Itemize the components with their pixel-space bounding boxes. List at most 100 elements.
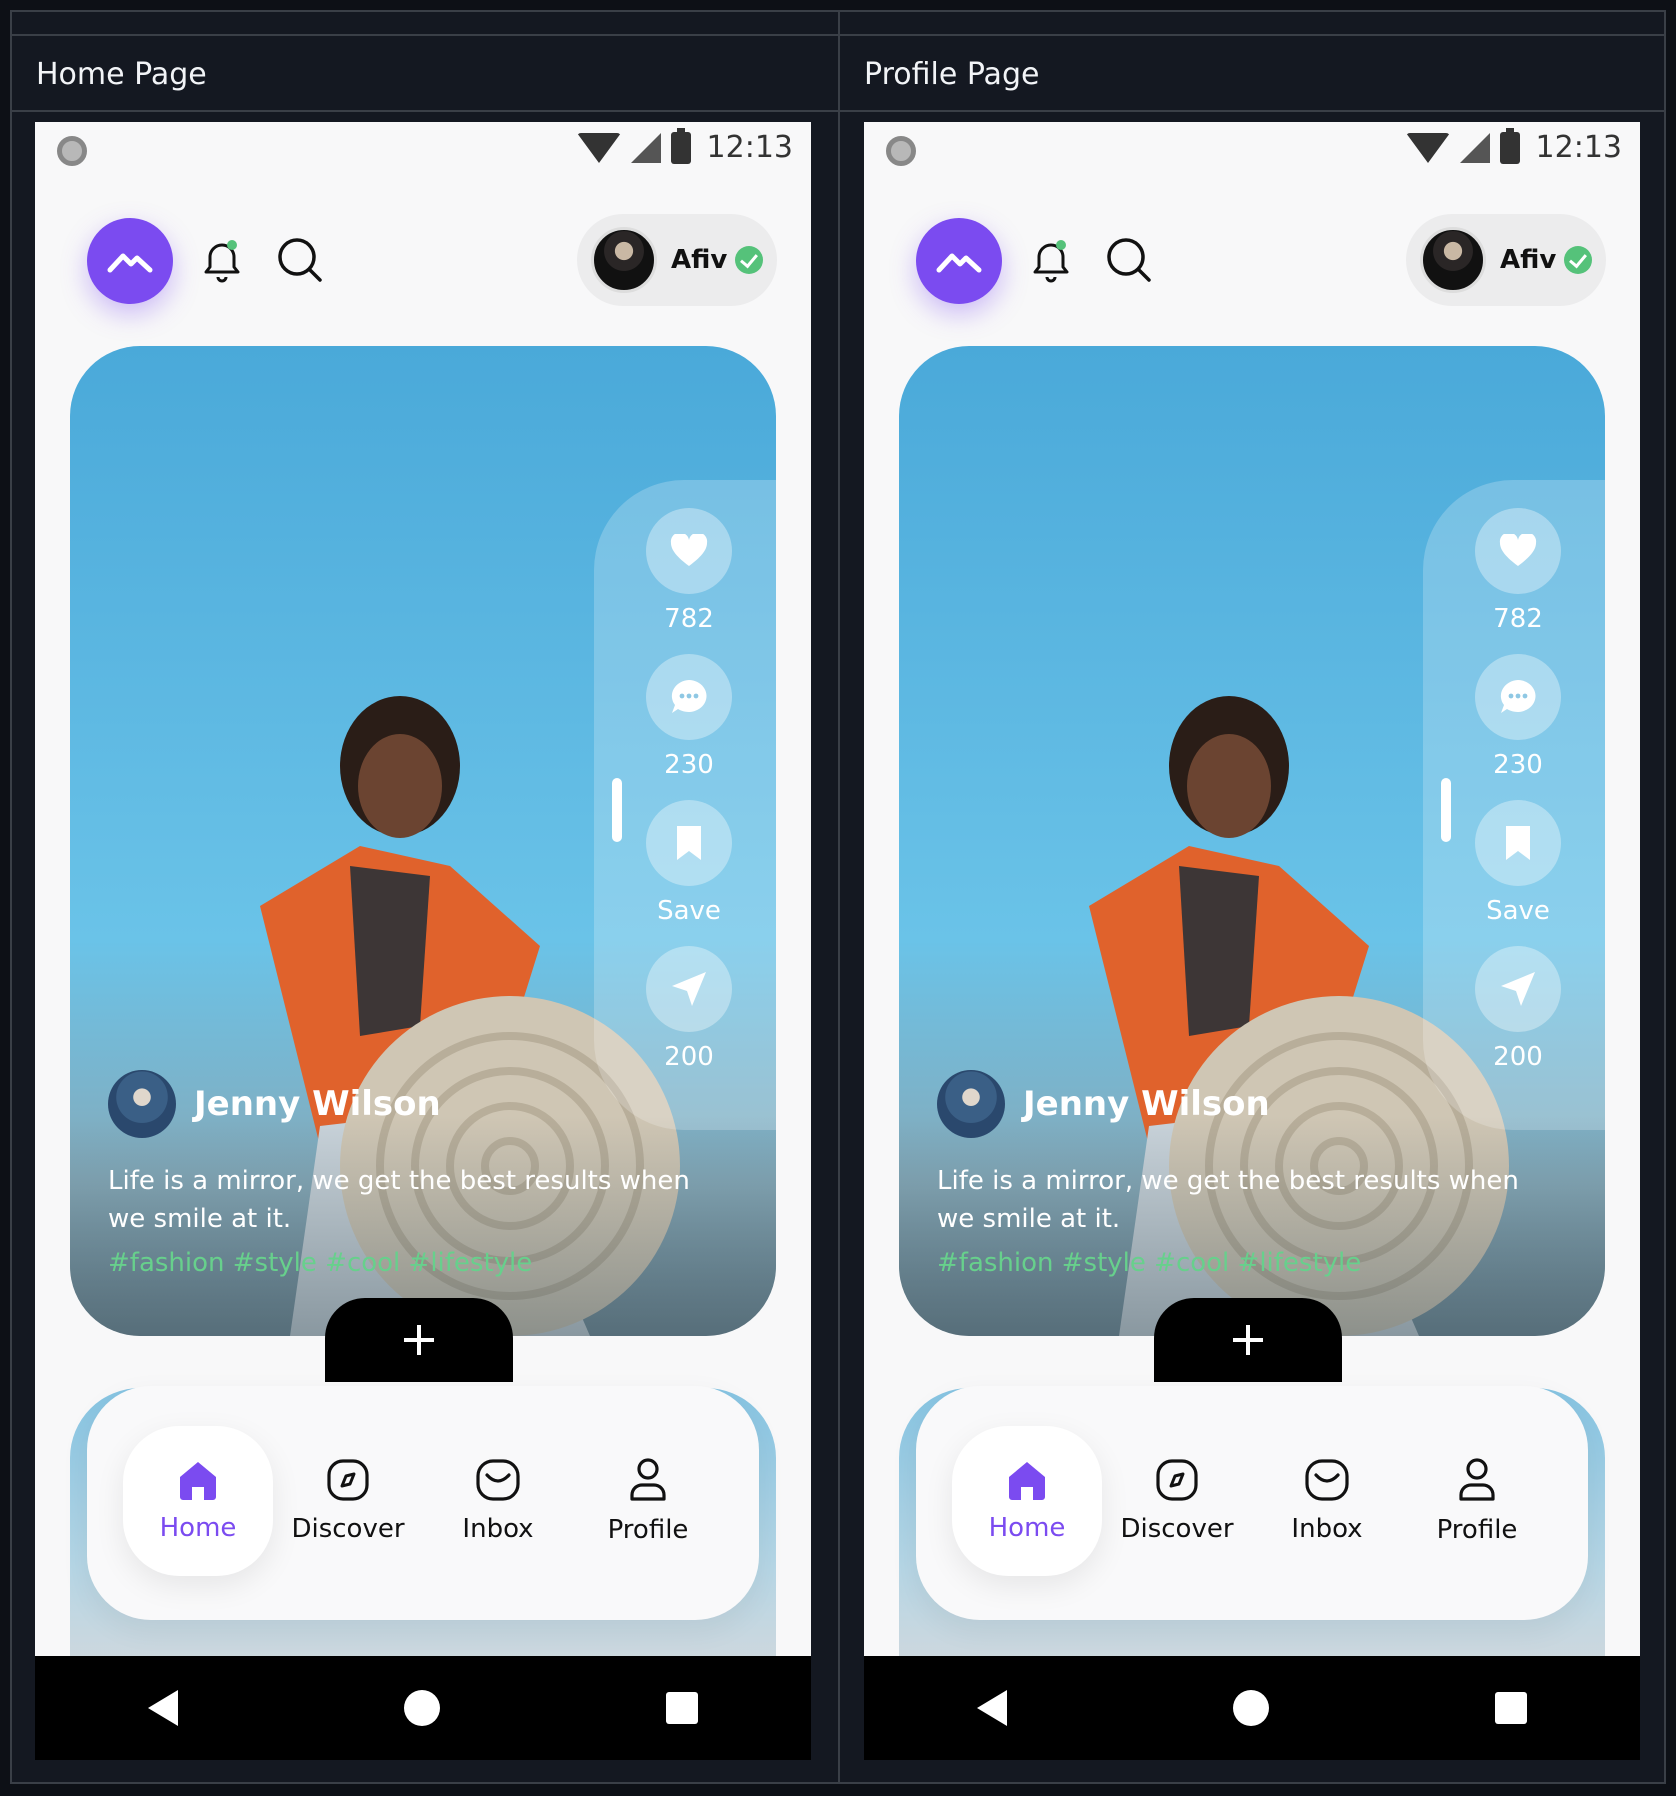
post-caption: Life is a mirror, we get the best result… bbox=[108, 1166, 690, 1234]
compass-icon bbox=[1156, 1459, 1198, 1501]
author-name[interactable]: Jenny Wilson bbox=[1023, 1084, 1270, 1124]
like-action[interactable]: 782 bbox=[646, 508, 732, 634]
search-icon bbox=[1107, 238, 1151, 282]
nav-home[interactable]: Home bbox=[123, 1426, 273, 1576]
create-post-button[interactable] bbox=[1154, 1298, 1342, 1382]
nav-profile-label: Profile bbox=[607, 1515, 689, 1545]
share-action[interactable]: 200 bbox=[1475, 946, 1561, 1072]
profile-name: Afiv bbox=[671, 245, 728, 275]
profile-page-header: Profile Page bbox=[840, 38, 1666, 112]
mountain-logo-icon bbox=[936, 253, 982, 273]
back-icon[interactable] bbox=[148, 1690, 178, 1726]
search-icon bbox=[278, 238, 322, 282]
nav-home-label: Home bbox=[988, 1513, 1066, 1543]
post-author[interactable]: Jenny Wilson bbox=[108, 1070, 441, 1138]
nav-discover[interactable]: Discover bbox=[273, 1426, 423, 1576]
bottom-navigation: Home Discover Inbox Profile bbox=[87, 1386, 759, 1620]
recent-apps-icon[interactable] bbox=[1495, 1692, 1527, 1724]
signal-icon bbox=[630, 132, 661, 163]
post-card[interactable]: 782 230 Save 200 Jenny Wilson Life is a … bbox=[899, 346, 1605, 1336]
comment-action[interactable]: 230 bbox=[1475, 654, 1561, 780]
nav-home[interactable]: Home bbox=[952, 1426, 1102, 1576]
app-logo-button[interactable] bbox=[87, 218, 173, 304]
battery-icon bbox=[1499, 127, 1520, 164]
like-count: 782 bbox=[1493, 604, 1543, 634]
chat-bubble-icon bbox=[671, 680, 707, 713]
share-action[interactable]: 200 bbox=[646, 946, 732, 1072]
search-button[interactable] bbox=[275, 234, 325, 286]
comment-button[interactable] bbox=[1475, 654, 1561, 740]
compass-icon bbox=[327, 1459, 369, 1501]
author-name[interactable]: Jenny Wilson bbox=[194, 1084, 441, 1124]
android-navigation-bar bbox=[35, 1656, 811, 1760]
nav-home-label: Home bbox=[159, 1513, 237, 1543]
author-avatar[interactable] bbox=[937, 1070, 1005, 1138]
wifi-icon bbox=[1405, 132, 1450, 163]
nav-profile[interactable]: Profile bbox=[1402, 1426, 1552, 1576]
nav-inbox-label: Inbox bbox=[462, 1514, 534, 1544]
share-button[interactable] bbox=[1475, 946, 1561, 1032]
recording-dot-icon bbox=[57, 136, 87, 166]
send-icon bbox=[672, 972, 706, 1006]
scroll-indicator[interactable] bbox=[1441, 778, 1451, 842]
status-bar: 12:13 bbox=[864, 122, 1640, 178]
save-action[interactable]: Save bbox=[1475, 800, 1561, 926]
post-hashtags[interactable]: #fashion #style #cool #lifestyle bbox=[937, 1248, 1361, 1278]
create-post-button[interactable] bbox=[325, 1298, 513, 1382]
mountain-logo-icon bbox=[107, 253, 153, 273]
plus-icon bbox=[404, 1325, 434, 1355]
nav-discover[interactable]: Discover bbox=[1102, 1426, 1252, 1576]
app-logo-button[interactable] bbox=[916, 218, 1002, 304]
notifications-button[interactable] bbox=[197, 234, 247, 286]
profile-name: Afiv bbox=[1500, 245, 1557, 275]
like-button[interactable] bbox=[646, 508, 732, 594]
save-button[interactable] bbox=[646, 800, 732, 886]
phone-profile-page: 12:13 Afiv 782 230 Save 200 Jenny Wilson… bbox=[864, 122, 1640, 1760]
post-actions: 782 230 Save 200 bbox=[1473, 508, 1563, 1092]
save-action[interactable]: Save bbox=[646, 800, 732, 926]
inbox-icon bbox=[1305, 1459, 1349, 1501]
user-icon bbox=[1459, 1458, 1495, 1501]
wifi-icon bbox=[576, 132, 621, 163]
like-action[interactable]: 782 bbox=[1475, 508, 1561, 634]
home-circle-icon[interactable] bbox=[1233, 1690, 1269, 1726]
status-bar: 12:13 bbox=[35, 122, 811, 178]
nav-profile[interactable]: Profile bbox=[573, 1426, 723, 1576]
share-count: 200 bbox=[664, 1042, 714, 1072]
profile-pill-button[interactable]: Afiv bbox=[577, 214, 777, 306]
notifications-button[interactable] bbox=[1026, 234, 1076, 286]
chat-bubble-icon bbox=[1500, 680, 1536, 713]
home-icon bbox=[1009, 1462, 1045, 1500]
share-count: 200 bbox=[1493, 1042, 1543, 1072]
share-button[interactable] bbox=[646, 946, 732, 1032]
comment-action[interactable]: 230 bbox=[646, 654, 732, 780]
scroll-indicator[interactable] bbox=[612, 778, 622, 842]
bookmark-icon bbox=[1506, 826, 1530, 860]
nav-inbox[interactable]: Inbox bbox=[1252, 1426, 1402, 1576]
avatar bbox=[591, 227, 657, 293]
comment-count: 230 bbox=[664, 750, 714, 780]
back-icon[interactable] bbox=[977, 1690, 1007, 1726]
nav-profile-label: Profile bbox=[1436, 1515, 1518, 1545]
post-author[interactable]: Jenny Wilson bbox=[937, 1070, 1270, 1138]
battery-icon bbox=[670, 127, 691, 164]
bell-icon bbox=[204, 240, 240, 283]
avatar bbox=[1420, 227, 1486, 293]
home-circle-icon[interactable] bbox=[404, 1690, 440, 1726]
nav-inbox[interactable]: Inbox bbox=[423, 1426, 573, 1576]
author-avatar[interactable] bbox=[108, 1070, 176, 1138]
search-button[interactable] bbox=[1104, 234, 1154, 286]
status-time: 12:13 bbox=[1535, 130, 1622, 165]
column-divider bbox=[838, 12, 840, 1782]
like-count: 782 bbox=[664, 604, 714, 634]
like-button[interactable] bbox=[1475, 508, 1561, 594]
save-button[interactable] bbox=[1475, 800, 1561, 886]
status-time: 12:13 bbox=[706, 130, 793, 165]
nav-discover-label: Discover bbox=[291, 1514, 405, 1544]
phone-home-page: 12:13 Afiv 782 230 Save 200 Jenny Wilson… bbox=[35, 122, 811, 1760]
comment-button[interactable] bbox=[646, 654, 732, 740]
recent-apps-icon[interactable] bbox=[666, 1692, 698, 1724]
post-hashtags[interactable]: #fashion #style #cool #lifestyle bbox=[108, 1248, 532, 1278]
post-card[interactable]: 782 230 Save 200 Jenny Wilson Life is a … bbox=[70, 346, 776, 1336]
profile-pill-button[interactable]: Afiv bbox=[1406, 214, 1606, 306]
